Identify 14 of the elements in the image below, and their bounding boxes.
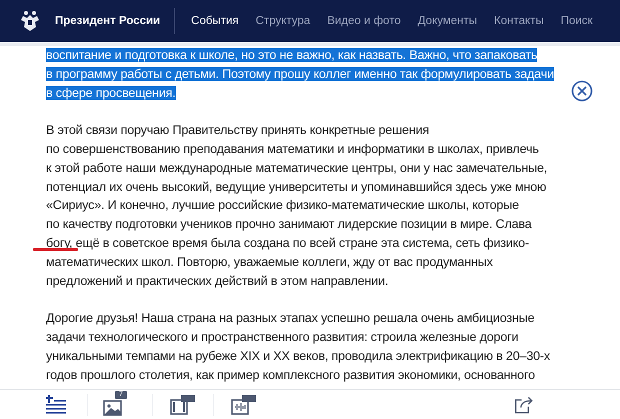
paragraph: Дорогие друзья! Наша страна на разных этапах успешно решала очень амбициозные задачи технологического и пространственного развития: строила железные дороги уникальными темпами на рубеже XIX и XX веков, проводила электрификацию в 20–30-х годов прошлого столетия, как пример комплексного развития экономики, основанного [46, 310, 550, 384]
nav-tab[interactable]: Документы [418, 15, 478, 27]
nav-tab[interactable]: События [191, 15, 239, 27]
nav-tab[interactable]: Контакты [494, 15, 544, 27]
paragraph: воспитание и подготовка к школе, но это не важно, как назвать. Важно, что запаковать в программу работы с детьми. Поэтому прошу коллег именно так формулировать задачи в сфере просвещения. [46, 47, 554, 102]
paragraph: В этой связи поручаю Правительству принять конкретные решения по совершенствованию преподавания математики и информатики в школах, привлечь к этой работе наши международные математические центры, они у нас замечательные, потенциал их очень высокий, ведущие университеты и упоминавшийся здесь уже мною «Сириус». И конечно, лучшие российские физико-математические школы, которые по качеству подготовки учеников прочно занимают лидерские позиции в мире. Слава богу, ещё в советское время была создана по всей стране эта система, сеть физико- математических школ. Повторю, уважаемые коллеги, жду от вас продуманных предложений и практических действий в этом направлении. [46, 122, 548, 290]
video-icon[interactable] [168, 394, 198, 414]
site-title: Президент России [55, 15, 160, 27]
audio-icon[interactable] [229, 394, 259, 414]
eagle-emblem-icon [20, 10, 40, 32]
close-icon[interactable] [571, 80, 593, 102]
nav-tab[interactable]: Структура [256, 15, 310, 27]
nav-tab[interactable]: Видео и фото [327, 15, 401, 27]
nav-tab[interactable]: Поиск [560, 15, 593, 27]
